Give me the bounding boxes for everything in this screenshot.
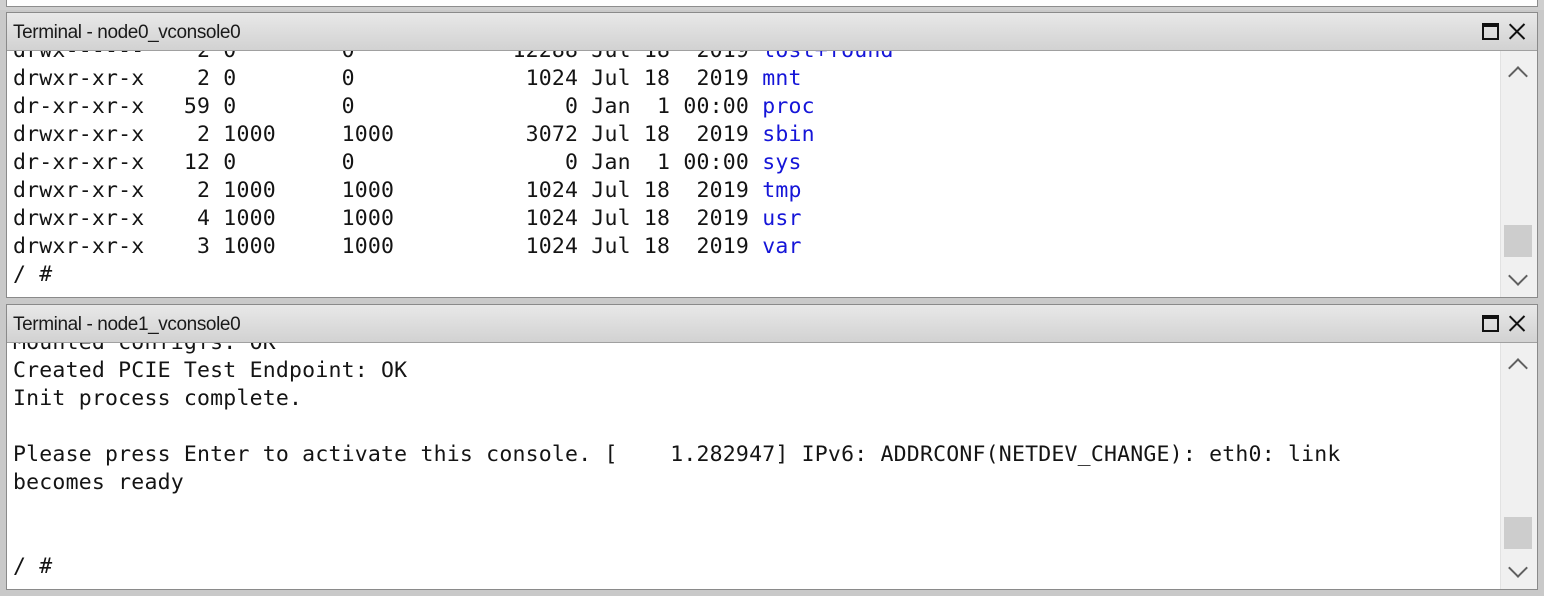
terminal-line: drwxr-xr-x 2 1000 1000 3072 Jul 18 2019 … bbox=[13, 121, 894, 149]
line-text: Mounted configfs: OK bbox=[13, 343, 276, 355]
line-text: drwxr-xr-x 3 1000 1000 1024 Jul 18 2019 bbox=[13, 234, 763, 259]
terminal-line: drwxr-xr-x 2 0 0 1024 Jul 18 2019 mnt bbox=[13, 65, 894, 93]
chevron-up-icon[interactable] bbox=[1501, 349, 1537, 379]
terminal-panel-node1: Terminal - node1_vconsole0 Mounted confi… bbox=[6, 304, 1538, 590]
directory-name: sbin bbox=[762, 122, 815, 147]
terminal-line: / # bbox=[13, 553, 1341, 581]
terminal-line: drwxr-xr-x 2 1000 1000 1024 Jul 18 2019 … bbox=[13, 177, 894, 205]
panel-title: Terminal - node1_vconsole0 bbox=[13, 314, 241, 335]
directory-name: lost+found bbox=[762, 51, 893, 63]
terminal-output[interactable]: drwx------ 2 0 0 12288 Jul 18 2019 lost+… bbox=[7, 51, 1501, 297]
terminal-line: dr-xr-xr-x 59 0 0 0 Jan 1 00:00 proc bbox=[13, 93, 894, 121]
terminal-line: becomes ready bbox=[13, 469, 1341, 497]
vertical-scrollbar[interactable] bbox=[1500, 51, 1537, 297]
maximize-icon[interactable] bbox=[1482, 23, 1499, 40]
directory-name: mnt bbox=[762, 66, 802, 91]
line-text: becomes ready bbox=[13, 470, 184, 495]
directory-name: tmp bbox=[762, 178, 802, 203]
panel-title: Terminal - node0_vconsole0 bbox=[13, 22, 241, 43]
line-text: / # bbox=[13, 262, 66, 287]
terminal-line: / # bbox=[13, 261, 894, 289]
line-text: drwxr-xr-x 2 1000 1000 1024 Jul 18 2019 bbox=[13, 178, 763, 203]
directory-name: var bbox=[762, 234, 802, 259]
terminal-line: Created PCIE Test Endpoint: OK bbox=[13, 357, 1341, 385]
terminal-panel-node0: Terminal - node0_vconsole0 drwx------ 2 … bbox=[6, 12, 1538, 298]
terminal-line: Mounted configfs: OK bbox=[13, 343, 1341, 357]
line-text: drwxr-xr-x 4 1000 1000 1024 Jul 18 2019 bbox=[13, 206, 763, 231]
directory-name: proc bbox=[762, 94, 815, 119]
close-icon[interactable] bbox=[1507, 21, 1527, 41]
line-text: Please press Enter to activate this cons… bbox=[13, 442, 1341, 467]
chevron-down-icon[interactable] bbox=[1501, 265, 1537, 295]
terminal-line: drwxr-xr-x 4 1000 1000 1024 Jul 18 2019 … bbox=[13, 205, 894, 233]
line-text: Init process complete. bbox=[13, 386, 303, 411]
terminal-output[interactable]: Mounted configfs: OK Created PCIE Test En… bbox=[7, 343, 1501, 589]
line-text: dr-xr-xr-x 12 0 0 0 Jan 1 00:00 bbox=[13, 150, 763, 175]
terminal-line: Please press Enter to activate this cons… bbox=[13, 441, 1341, 469]
chevron-up-icon[interactable] bbox=[1501, 57, 1537, 87]
line-text: drwxr-xr-x 2 1000 1000 3072 Jul 18 2019 bbox=[13, 122, 763, 147]
terminal-line: Init process complete. bbox=[13, 385, 1341, 413]
line-text: / # bbox=[13, 554, 66, 579]
panel-titlebar[interactable]: Terminal - node1_vconsole0 bbox=[7, 305, 1537, 343]
vertical-scrollbar[interactable] bbox=[1500, 343, 1537, 589]
panel-titlebar[interactable]: Terminal - node0_vconsole0 bbox=[7, 13, 1537, 51]
terminal-line: drwxr-xr-x 3 1000 1000 1024 Jul 18 2019 … bbox=[13, 233, 894, 261]
previous-panel-edge bbox=[0, 0, 1544, 10]
terminal-line: drwx------ 2 0 0 12288 Jul 18 2019 lost+… bbox=[13, 51, 894, 65]
line-text: drwxr-xr-x 2 0 0 1024 Jul 18 2019 bbox=[13, 66, 763, 91]
chevron-down-icon[interactable] bbox=[1501, 557, 1537, 587]
line-text: drwx------ 2 0 0 12288 Jul 18 2019 bbox=[13, 51, 762, 63]
close-icon[interactable] bbox=[1507, 313, 1527, 333]
directory-name: sys bbox=[762, 150, 802, 175]
scrollbar-thumb[interactable] bbox=[1504, 517, 1532, 549]
scrollbar-thumb[interactable] bbox=[1504, 225, 1532, 257]
directory-name: usr bbox=[762, 206, 802, 231]
line-text: Created PCIE Test Endpoint: OK bbox=[13, 358, 408, 383]
line-text: dr-xr-xr-x 59 0 0 0 Jan 1 00:00 bbox=[13, 94, 763, 119]
maximize-icon[interactable] bbox=[1482, 315, 1499, 332]
terminal-line: dr-xr-xr-x 12 0 0 0 Jan 1 00:00 sys bbox=[13, 149, 894, 177]
